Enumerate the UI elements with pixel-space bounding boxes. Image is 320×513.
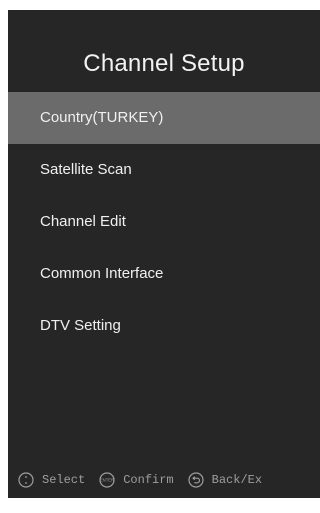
- back-icon: [188, 472, 204, 488]
- back-hint-label: Back/Ex: [211, 473, 263, 487]
- confirm-hint: ENTER Confirm: [99, 472, 174, 488]
- menu-item-common-interface[interactable]: Common Interface: [8, 248, 320, 300]
- key-hints-footer: Select ENTER Confirm Back/Ex: [8, 462, 320, 498]
- menu-item-dtv-setting[interactable]: DTV Setting: [8, 300, 320, 352]
- menu-item-satellite-scan[interactable]: Satellite Scan: [8, 144, 320, 196]
- menu-item-channel-edit[interactable]: Channel Edit: [8, 196, 320, 248]
- channel-setup-panel: Channel Setup Country(TURKEY) Satellite …: [8, 10, 320, 498]
- page-title: Channel Setup: [83, 50, 245, 77]
- select-hint-label: Select: [42, 473, 86, 487]
- confirm-hint-label: Confirm: [123, 473, 174, 487]
- enter-icon-text: ENTER: [100, 478, 114, 483]
- channel-setup-menu: Country(TURKEY) Satellite Scan Channel E…: [8, 92, 320, 352]
- back-hint: Back/Ex: [188, 472, 262, 488]
- select-icon: [18, 472, 34, 488]
- select-hint: Select: [18, 472, 85, 488]
- menu-item-country[interactable]: Country(TURKEY): [8, 92, 320, 144]
- enter-icon: ENTER: [99, 472, 115, 488]
